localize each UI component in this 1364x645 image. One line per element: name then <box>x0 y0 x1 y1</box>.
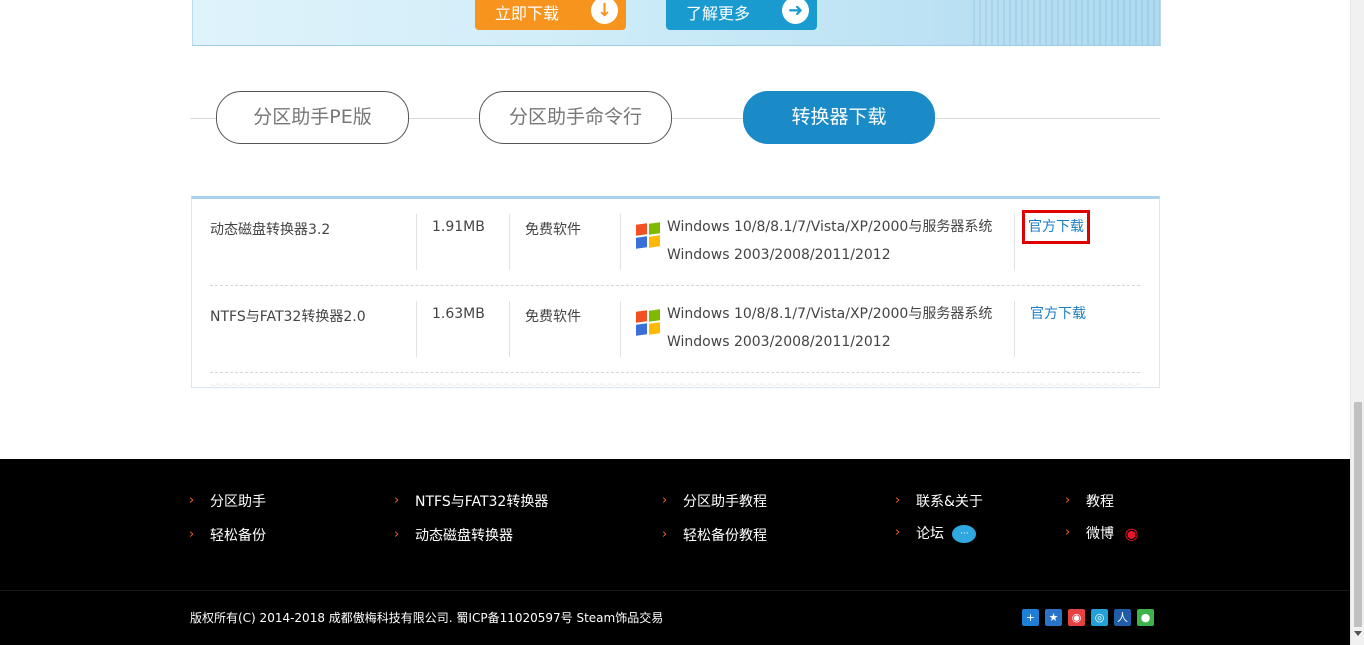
license-type: 免费软件 <box>525 309 581 325</box>
footer-link-forum[interactable]: › 论坛 ··· <box>895 523 977 543</box>
product-name: 动态磁盘转换器3.2 <box>210 222 331 238</box>
file-size: 1.91MB <box>432 219 485 235</box>
chevron-right-icon: › <box>189 527 195 542</box>
supported-os: Windows 10/8/8.1/7/Vista/XP/2000与服务器系统 W… <box>667 300 992 356</box>
vertical-scrollbar[interactable] <box>1350 0 1364 645</box>
chat-bubble-icon: ··· <box>952 525 977 543</box>
official-download-link[interactable]: 官方下载 <box>1030 300 1086 328</box>
footer-link-ntfs-fat32[interactable]: › NTFS与FAT32转换器 <box>394 491 549 511</box>
footer-link-label: 教程 <box>1086 494 1114 510</box>
wavy-divider <box>210 381 1140 389</box>
product-name: NTFS与FAT32转换器2.0 <box>210 309 366 325</box>
chevron-right-icon: › <box>662 527 668 542</box>
footer-link-label: 微博 <box>1086 526 1114 542</box>
download-now-button[interactable]: 立即下载 ↓ <box>475 0 626 30</box>
site-footer: › 分区助手 › 轻松备份 › NTFS与FAT32转换器 › 动态磁盘转换器 … <box>0 459 1350 645</box>
column-divider <box>416 214 417 270</box>
license-type: 免费软件 <box>525 222 581 238</box>
tab-pe-version[interactable]: 分区助手PE版 <box>216 91 409 144</box>
chevron-right-icon: › <box>394 527 400 542</box>
chevron-right-icon: › <box>394 493 400 508</box>
chevron-right-icon: › <box>1065 525 1071 540</box>
sina-weibo-icon[interactable]: ◉ <box>1068 609 1085 626</box>
page: 立即下载 ↓ 了解更多 ➜ 分区助手PE版 分区助手命令行 转换器下载 动态磁盘… <box>0 0 1350 645</box>
footer-link-pa-tutorial[interactable]: › 分区助手教程 <box>662 491 767 511</box>
arrow-right-icon: ➜ <box>782 0 809 24</box>
footer-link-label: 论坛 <box>916 526 944 542</box>
footer-link-partition-assistant[interactable]: › 分区助手 <box>189 491 266 511</box>
chevron-right-icon: › <box>895 525 901 540</box>
chevron-right-icon: › <box>662 493 668 508</box>
arrow-down-icon: ↓ <box>591 0 618 24</box>
tab-converter-download[interactable]: 转换器下载 <box>743 91 935 144</box>
download-table: 动态磁盘转换器3.2 1.91MB 免费软件 Windows 10/8/8.1/… <box>191 196 1160 389</box>
os-line: Windows 2003/2008/2011/2012 <box>667 334 891 350</box>
footer-link-contact-about[interactable]: › 联系&关于 <box>895 491 983 511</box>
official-download-link[interactable]: 官方下载 <box>1022 210 1090 244</box>
footer-link-label: NTFS与FAT32转换器 <box>415 494 549 510</box>
qzone-icon[interactable]: ★ <box>1045 609 1062 626</box>
table-row: 动态磁盘转换器3.2 1.91MB 免费软件 Windows 10/8/8.1/… <box>210 199 1140 286</box>
os-line: Windows 2003/2008/2011/2012 <box>667 247 891 263</box>
column-divider <box>1014 301 1015 357</box>
chevron-right-icon: › <box>1065 493 1071 508</box>
weibo-icon: ◉ <box>1124 524 1139 543</box>
file-size: 1.63MB <box>432 306 485 322</box>
os-line: Windows 10/8/8.1/7/Vista/XP/2000与服务器系统 <box>667 219 993 235</box>
footer-link-easy-backup[interactable]: › 轻松备份 <box>189 525 266 545</box>
tencent-weibo-icon[interactable]: ◎ <box>1091 609 1108 626</box>
chevron-right-icon: › <box>895 493 901 508</box>
copyright-text: 版权所有(C) 2014-2018 成都傲梅科技有限公司. 蜀ICP备11020… <box>190 611 664 625</box>
footer-link-label: 分区助手教程 <box>683 494 767 510</box>
windows-logo-icon <box>636 309 662 336</box>
renren-icon[interactable]: 人 <box>1114 609 1131 626</box>
scroll-down-arrow-icon[interactable] <box>1354 631 1362 636</box>
footer-link-label: 动态磁盘转换器 <box>415 528 513 544</box>
column-divider <box>509 301 510 357</box>
share-more-icon[interactable]: + <box>1022 609 1039 626</box>
column-divider <box>620 214 621 270</box>
footer-divider <box>0 590 1350 591</box>
scrollbar-thumb[interactable] <box>1354 402 1362 627</box>
chevron-right-icon: › <box>189 493 195 508</box>
footer-link-label: 轻松备份教程 <box>683 528 767 544</box>
footer-link-label: 轻松备份 <box>210 528 266 544</box>
os-line: Windows 10/8/8.1/7/Vista/XP/2000与服务器系统 <box>667 306 993 322</box>
column-divider <box>1014 214 1015 270</box>
footer-link-label: 分区助手 <box>210 494 266 510</box>
banner-decoration <box>973 0 1160 45</box>
footer-link-backup-tutorial[interactable]: › 轻松备份教程 <box>662 525 767 545</box>
table-row: NTFS与FAT32转换器2.0 1.63MB 免费软件 Windows 10/… <box>210 286 1140 373</box>
wechat-icon[interactable]: ● <box>1137 609 1154 626</box>
footer-link-tutorial[interactable]: › 教程 <box>1065 491 1114 511</box>
download-now-label: 立即下载 <box>495 4 560 23</box>
learn-more-label: 了解更多 <box>686 4 751 23</box>
column-divider <box>416 301 417 357</box>
supported-os: Windows 10/8/8.1/7/Vista/XP/2000与服务器系统 W… <box>667 213 992 269</box>
column-divider <box>509 214 510 270</box>
footer-link-weibo[interactable]: › 微博 ◉ <box>1065 523 1142 543</box>
hero-banner: 立即下载 ↓ 了解更多 ➜ <box>192 0 1161 46</box>
footer-link-label: 联系&关于 <box>916 494 983 510</box>
tab-command-line[interactable]: 分区助手命令行 <box>479 91 672 144</box>
footer-link-dynamic-disk[interactable]: › 动态磁盘转换器 <box>394 525 513 545</box>
windows-logo-icon <box>636 222 662 249</box>
learn-more-button[interactable]: 了解更多 ➜ <box>666 0 817 30</box>
column-divider <box>620 301 621 357</box>
